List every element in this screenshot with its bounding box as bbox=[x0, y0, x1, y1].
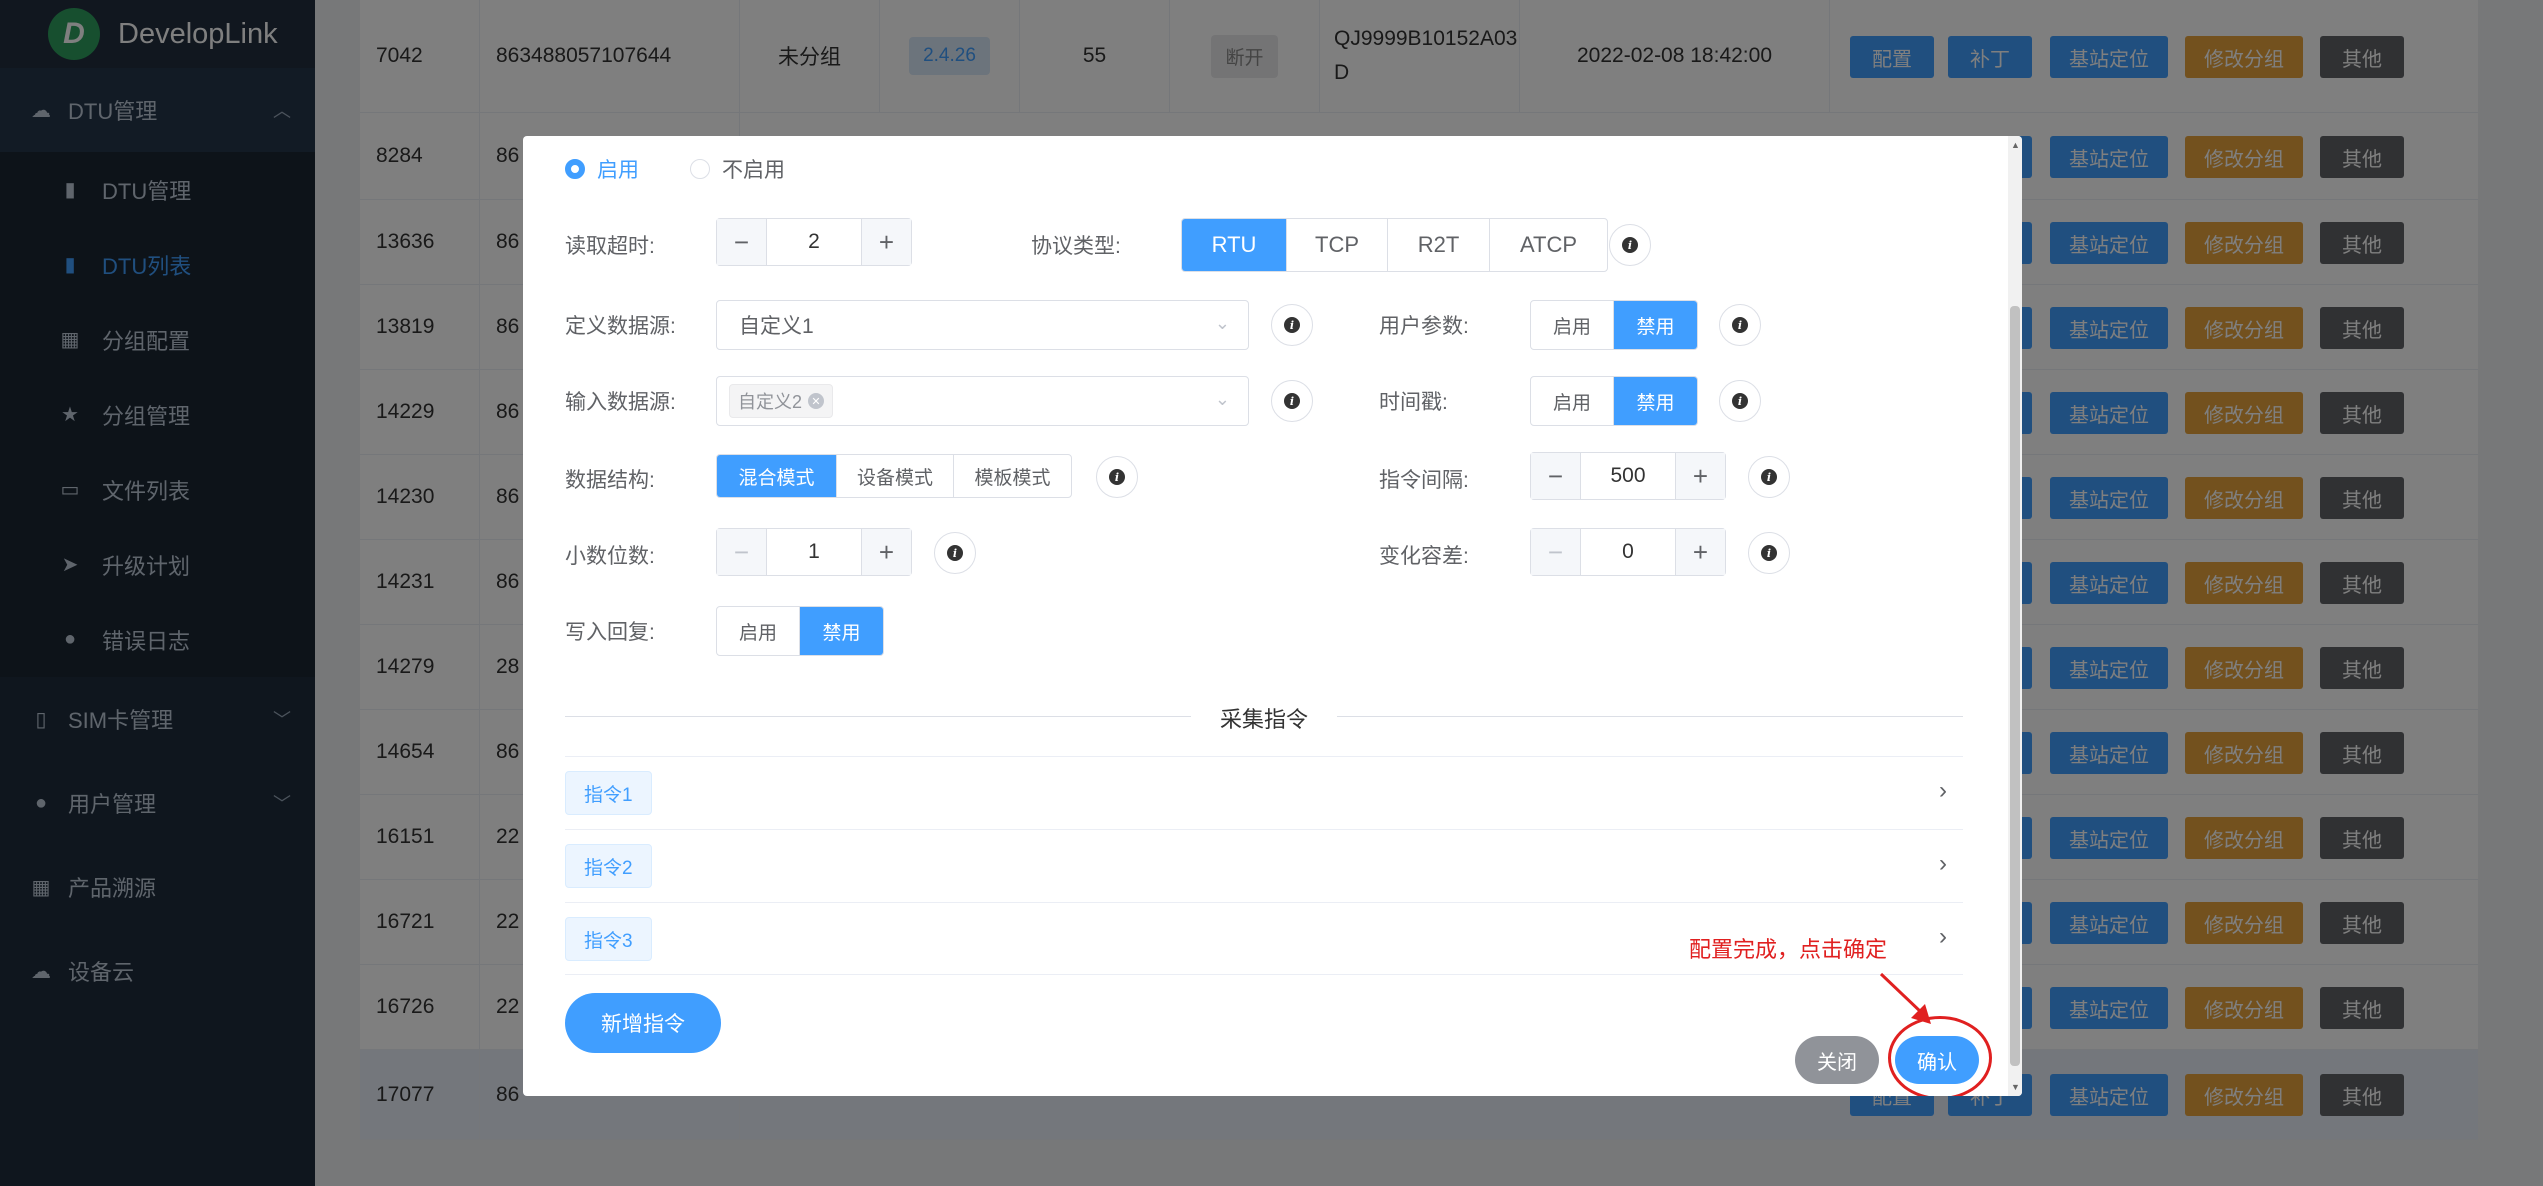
radio-enable[interactable]: 启用 bbox=[565, 154, 639, 184]
radio-label: 不启用 bbox=[722, 159, 785, 182]
annotation-text: 配置完成，点击确定 bbox=[1689, 937, 1888, 962]
data-struct-mixed[interactable]: 混合模式 bbox=[717, 455, 837, 497]
radio-dot bbox=[690, 159, 710, 179]
info-icon[interactable]: i bbox=[1719, 304, 1761, 346]
read-timeout-label: 读取超时: bbox=[565, 235, 655, 258]
decrement-button[interactable]: − bbox=[1531, 453, 1581, 499]
command-tag: 指令1 bbox=[565, 771, 652, 815]
info-icon[interactable]: i bbox=[1271, 304, 1313, 346]
protocol-option-r2t[interactable]: R2T bbox=[1388, 219, 1490, 271]
increment-button[interactable]: + bbox=[1675, 453, 1725, 499]
write-reply-toggle: 启用 禁用 bbox=[716, 606, 884, 656]
chevron-right-icon[interactable]: › bbox=[1939, 777, 1947, 805]
highlight-circle bbox=[1888, 1016, 1992, 1096]
cmd-interval-label: 指令间隔: bbox=[1379, 469, 1469, 492]
input-source-label: 输入数据源: bbox=[565, 391, 676, 414]
info-icon[interactable]: i bbox=[1748, 532, 1790, 574]
chevron-right-icon[interactable]: › bbox=[1939, 923, 1947, 951]
write-reply-label: 写入回复: bbox=[565, 621, 655, 644]
add-command-button[interactable]: 新增指令 bbox=[565, 993, 721, 1053]
chevron-right-icon[interactable]: › bbox=[1939, 850, 1947, 878]
info-icon[interactable]: i bbox=[1719, 380, 1761, 422]
change-tolerance-stepper[interactable]: − 0 + bbox=[1530, 528, 1726, 576]
read-timeout-value[interactable]: 2 bbox=[767, 219, 861, 265]
info-icon[interactable]: i bbox=[1096, 456, 1138, 498]
command-row[interactable]: 指令2 › bbox=[565, 829, 1963, 902]
increment-button[interactable]: + bbox=[1675, 529, 1725, 575]
protocol-option-rtu[interactable]: RTU bbox=[1182, 219, 1287, 271]
increment-button[interactable]: + bbox=[861, 529, 911, 575]
timestamp-disable[interactable]: 禁用 bbox=[1614, 377, 1697, 425]
decimals-stepper[interactable]: − 1 + bbox=[716, 528, 912, 576]
decrement-button[interactable]: − bbox=[1531, 529, 1581, 575]
change-tolerance-label: 变化容差: bbox=[1379, 545, 1469, 568]
chevron-down-icon: ⌄ bbox=[1214, 313, 1230, 333]
data-struct-label: 数据结构: bbox=[565, 469, 655, 492]
radio-disable[interactable]: 不启用 bbox=[690, 154, 785, 184]
config-dialog: ▲ ▼ 启用 不启用 读取超时: − 2 + 协议类型: RTU TCP R2T… bbox=[523, 136, 2022, 1096]
scroll-thumb[interactable] bbox=[2010, 306, 2020, 1066]
info-icon[interactable]: i bbox=[934, 532, 976, 574]
define-source-value: 自定义1 bbox=[739, 315, 814, 338]
scroll-down-icon[interactable]: ▼ bbox=[2011, 1082, 2020, 1092]
data-struct-template[interactable]: 模板模式 bbox=[954, 455, 1071, 497]
input-source-select[interactable]: 自定义2 ✕ ⌄ bbox=[716, 376, 1249, 426]
timestamp-enable[interactable]: 启用 bbox=[1531, 377, 1614, 425]
data-struct-selector: 混合模式 设备模式 模板模式 bbox=[716, 454, 1072, 498]
user-params-toggle: 启用 禁用 bbox=[1530, 300, 1698, 350]
timestamp-toggle: 启用 禁用 bbox=[1530, 376, 1698, 426]
change-tolerance-value[interactable]: 0 bbox=[1581, 529, 1675, 575]
protocol-label: 协议类型: bbox=[1031, 235, 1121, 258]
chip-label: 自定义2 bbox=[738, 392, 803, 412]
define-source-select[interactable]: 自定义1 ⌄ bbox=[716, 300, 1249, 350]
info-icon[interactable]: i bbox=[1748, 456, 1790, 498]
command-tag: 指令2 bbox=[565, 844, 652, 888]
decrement-button[interactable]: − bbox=[717, 529, 767, 575]
decimals-label: 小数位数: bbox=[565, 545, 655, 568]
cmd-interval-stepper[interactable]: − 500 + bbox=[1530, 452, 1726, 500]
protocol-selector: RTU TCP R2T ATCP bbox=[1181, 218, 1608, 272]
write-reply-enable[interactable]: 启用 bbox=[717, 607, 800, 655]
timestamp-label: 时间戳: bbox=[1379, 391, 1448, 414]
command-tag: 指令3 bbox=[565, 917, 652, 961]
protocol-option-atcp[interactable]: ATCP bbox=[1490, 219, 1607, 271]
section-title: 采集指令 bbox=[1191, 702, 1337, 734]
info-icon[interactable]: i bbox=[1271, 380, 1313, 422]
chip-remove-icon[interactable]: ✕ bbox=[808, 393, 825, 409]
scroll-up-icon[interactable]: ▲ bbox=[2011, 140, 2020, 150]
input-source-chip: 自定义2 ✕ bbox=[729, 384, 834, 418]
data-struct-device[interactable]: 设备模式 bbox=[837, 455, 954, 497]
decrement-button[interactable]: − bbox=[717, 219, 767, 265]
increment-button[interactable]: + bbox=[861, 219, 911, 265]
radio-label: 启用 bbox=[597, 159, 639, 182]
decimals-value[interactable]: 1 bbox=[767, 529, 861, 575]
protocol-option-tcp[interactable]: TCP bbox=[1287, 219, 1388, 271]
user-params-label: 用户参数: bbox=[1379, 315, 1469, 338]
write-reply-disable[interactable]: 禁用 bbox=[800, 607, 883, 655]
read-timeout-stepper[interactable]: − 2 + bbox=[716, 218, 912, 266]
dialog-scrollbar[interactable]: ▲ ▼ bbox=[2008, 136, 2022, 1096]
cmd-interval-value[interactable]: 500 bbox=[1581, 453, 1675, 499]
chevron-down-icon: ⌄ bbox=[1214, 389, 1230, 409]
command-row[interactable]: 指令1 › bbox=[565, 756, 1963, 829]
close-button[interactable]: 关闭 bbox=[1795, 1036, 1879, 1084]
info-icon[interactable]: i bbox=[1609, 224, 1651, 266]
radio-dot bbox=[565, 159, 585, 179]
user-params-disable[interactable]: 禁用 bbox=[1614, 301, 1697, 349]
define-source-label: 定义数据源: bbox=[565, 315, 676, 338]
user-params-enable[interactable]: 启用 bbox=[1531, 301, 1614, 349]
